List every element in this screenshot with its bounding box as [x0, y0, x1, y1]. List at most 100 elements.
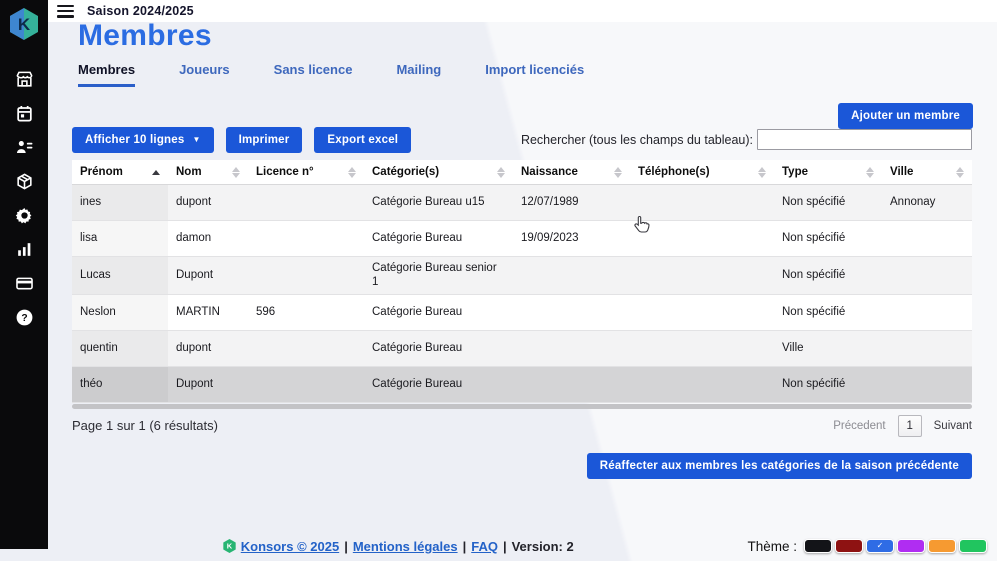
separator: |: [462, 538, 467, 554]
column-label: Prénom: [80, 166, 123, 178]
theme-swatch-green[interactable]: [959, 539, 987, 553]
theme-swatch-dark-red[interactable]: [835, 539, 863, 553]
previous-page-button[interactable]: Précedent: [833, 420, 885, 432]
cell-prenom: Lucas: [72, 256, 168, 295]
tab-import-licenci-s[interactable]: Import licenciés: [485, 62, 584, 87]
export-excel-button[interactable]: Export excel: [314, 127, 412, 153]
add-member-button[interactable]: Ajouter un membre: [838, 103, 973, 129]
cell-categories: Catégorie Bureau: [364, 220, 513, 257]
pagination-row: Page 1 sur 1 (6 résultats) Précedent 1 S…: [72, 414, 972, 437]
help-icon[interactable]: ?: [15, 308, 34, 327]
tab-mailing[interactable]: Mailing: [396, 62, 441, 87]
column-header[interactable]: Téléphone(s): [630, 160, 774, 185]
cell-ville: [882, 330, 972, 367]
stats-bars-icon[interactable]: [15, 240, 34, 259]
current-page-button[interactable]: 1: [897, 414, 922, 437]
tab-sans-licence[interactable]: Sans licence: [274, 62, 353, 87]
cell-licence: [248, 256, 364, 295]
print-button[interactable]: Imprimer: [225, 127, 303, 153]
cell-naissance: [513, 256, 630, 295]
table-row[interactable]: théo Dupont Catégorie Bureau Non spécifié: [72, 366, 972, 403]
cell-telephone: [630, 366, 774, 403]
brand-link[interactable]: K Konsors © 2025: [222, 538, 339, 554]
faq-link[interactable]: FAQ: [471, 539, 498, 554]
tab-joueurs[interactable]: Joueurs: [179, 62, 230, 87]
brand-label: Konsors © 2025: [240, 538, 340, 554]
table-row[interactable]: ines dupont Catégorie Bureau u15 12/07/1989…: [72, 184, 972, 221]
column-header[interactable]: Naissance: [513, 160, 630, 185]
svg-text:?: ?: [21, 313, 27, 324]
theme-swatch-purple[interactable]: [897, 539, 925, 553]
package-icon[interactable]: [15, 172, 34, 191]
topbar: Saison 2024/2025: [48, 0, 997, 22]
cell-nom: MARTIN: [168, 294, 248, 331]
footer-logo-icon: K: [223, 538, 236, 554]
members-table-block: Prénom Nom Licence n° Catégorie(s) Naissance…: [72, 160, 972, 479]
app-logo[interactable]: K: [7, 6, 41, 42]
column-header[interactable]: Catégorie(s): [364, 160, 513, 185]
table-header-row: Prénom Nom Licence n° Catégorie(s) Naissance…: [72, 160, 972, 185]
cell-prenom: théo: [72, 366, 168, 403]
column-label: Nom: [176, 166, 202, 178]
cell-ville: [882, 256, 972, 295]
cell-naissance: [513, 294, 630, 331]
column-header[interactable]: Prénom: [72, 160, 168, 185]
calendar-icon[interactable]: [15, 104, 34, 123]
cell-ville: Annonay: [882, 184, 972, 221]
sort-icon: [497, 166, 505, 178]
cell-naissance: 12/07/1989: [513, 184, 630, 221]
theme-swatch-black[interactable]: [804, 539, 832, 553]
cell-telephone: [630, 256, 774, 295]
footer-links: K Konsors © 2025 | Mentions légales | FA…: [48, 538, 747, 554]
separator: |: [344, 538, 348, 554]
next-page-button[interactable]: Suivant: [934, 420, 972, 432]
legal-link[interactable]: Mentions légales: [353, 539, 458, 554]
cell-type: Non spécifié: [774, 184, 882, 221]
members-table: Prénom Nom Licence n° Catégorie(s) Naissance…: [72, 160, 972, 403]
cell-nom: damon: [168, 220, 248, 257]
column-header[interactable]: Licence n°: [248, 160, 364, 185]
settings-gear-icon[interactable]: [15, 206, 34, 225]
table-row[interactable]: lisa damon Catégorie Bureau 19/09/2023 Non s…: [72, 220, 972, 257]
reassign-categories-button[interactable]: Réaffecter aux membres les catégories de…: [586, 452, 972, 479]
column-header[interactable]: Nom: [168, 160, 248, 185]
cell-prenom: lisa: [72, 220, 168, 257]
version-label: Version: 2: [511, 538, 574, 554]
cell-naissance: [513, 330, 630, 367]
cell-prenom: ines: [72, 184, 168, 221]
cell-type: Non spécifié: [774, 220, 882, 257]
table-row[interactable]: quentin dupont Catégorie Bureau Ville: [72, 330, 972, 367]
cell-prenom: quentin: [72, 330, 168, 367]
column-header[interactable]: Type: [774, 160, 882, 185]
cell-nom: Dupont: [168, 366, 248, 403]
show-lines-dropdown[interactable]: Afficher 10 lignes ▼: [72, 127, 214, 153]
search-input[interactable]: [757, 129, 972, 150]
cell-licence: 596: [248, 294, 364, 331]
tab-membres[interactable]: Membres: [78, 62, 136, 87]
theme-swatch-blue[interactable]: ✓: [866, 539, 894, 553]
cell-type: Non spécifié: [774, 366, 882, 403]
card-icon[interactable]: [15, 274, 34, 293]
show-lines-label: Afficher 10 lignes: [85, 134, 185, 146]
theme-swatch-orange[interactable]: [928, 539, 956, 553]
sort-icon: [758, 166, 766, 178]
page-title: Membres: [78, 19, 212, 52]
cell-categories: Catégorie Bureau senior 1: [364, 256, 513, 295]
menu-hamburger-icon[interactable]: [57, 4, 74, 18]
cell-categories: Catégorie Bureau: [364, 330, 513, 367]
table-row[interactable]: Neslon MARTIN 596 Catégorie Bureau Non spéci…: [72, 294, 972, 331]
pager: Précedent 1 Suivant: [833, 414, 972, 437]
cell-nom: dupont: [168, 184, 248, 221]
cell-ville: [882, 294, 972, 331]
main-content: Membres Membres Joueurs Sans licence Mailin…: [48, 19, 997, 561]
tab-bar: Membres Joueurs Sans licence Mailing Import …: [78, 62, 584, 87]
column-label: Licence n°: [256, 166, 314, 178]
cell-naissance: 19/09/2023: [513, 220, 630, 257]
table-row[interactable]: Lucas Dupont Catégorie Bureau senior 1 Non …: [72, 256, 972, 295]
chevron-down-icon: ▼: [192, 135, 201, 144]
storefront-icon[interactable]: [15, 70, 34, 89]
members-icon[interactable]: [15, 138, 34, 157]
column-header[interactable]: Ville: [882, 160, 972, 185]
separator: |: [502, 538, 507, 554]
horizontal-scrollbar[interactable]: [72, 403, 972, 409]
